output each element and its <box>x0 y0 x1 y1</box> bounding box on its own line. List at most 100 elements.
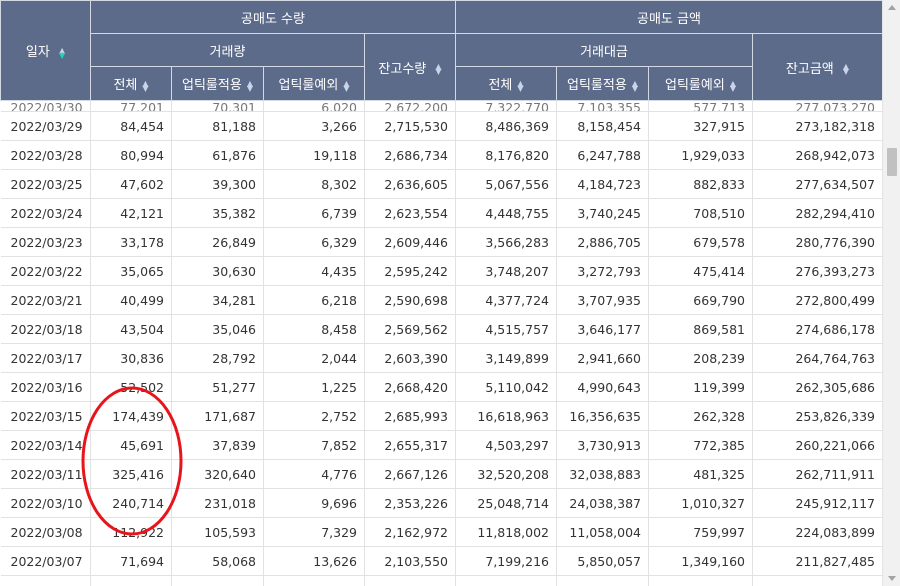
cell-v-ex: 4,435 <box>263 256 365 286</box>
cell-a-total: 32,520,208 <box>455 459 557 489</box>
cell-bal-qty: 2,623,554 <box>364 198 456 228</box>
table-row: 2022/03/30 77,201 70,301 6,020 2,672,200… <box>0 100 882 112</box>
cell-a-total: 5,067,556 <box>455 169 557 199</box>
cell-v-up: 39,300 <box>171 169 264 199</box>
cell-a-up: 24,038,387 <box>556 488 649 518</box>
table-row: 2022/03/28 80,994 61,876 19,118 2,686,734 8,1… <box>0 140 882 170</box>
cell-bal-qty: 2,636,605 <box>364 169 456 199</box>
col-label: 업틱룰예외 <box>665 78 725 93</box>
sort-icon[interactable]: ▲ ▼ <box>632 79 638 92</box>
cell-a-total: 8,176,820 <box>455 140 557 170</box>
vertical-scrollbar[interactable] <box>882 0 900 586</box>
sort-icon[interactable]: ▲ ▼ <box>59 46 65 59</box>
cell-a-ex: 1,349,160 <box>648 546 753 576</box>
sort-icon[interactable]: ▲ ▼ <box>730 79 736 92</box>
table-row: 2022/03/07 71,694 58,068 13,626 2,103,550 7,1… <box>0 546 882 576</box>
cell: 2,672,200 <box>364 100 456 112</box>
cell-v-up: 26,322 <box>171 575 264 586</box>
scroll-up-icon[interactable] <box>888 5 896 10</box>
cell-bal-amt: 245,912,117 <box>752 488 882 518</box>
col-date-label: 일자 <box>25 45 50 60</box>
col-amount-uptick-applied-header[interactable]: 업틱룰적용 ▲ ▼ <box>556 66 649 101</box>
cell-v-ex: 6,329 <box>263 227 365 257</box>
cell: 6,020 <box>263 100 365 112</box>
cell-bal-qty: 2,609,446 <box>364 227 456 257</box>
cell-v-total: 240,714 <box>90 488 172 518</box>
cell-a-ex: 119,399 <box>648 372 753 402</box>
sort-icon[interactable]: ▲ ▼ <box>843 63 849 76</box>
cell-bal-qty: 2,103,550 <box>364 546 456 576</box>
cell-date: 2022/03/23 <box>0 227 91 257</box>
sort-icon[interactable]: ▲ ▼ <box>142 79 148 92</box>
cell-bal-qty: 2,655,317 <box>364 430 456 460</box>
col-balance-qty-label: 잔고수량 <box>378 61 427 77</box>
col-volume-uptick-applied-header[interactable]: 업틱룰적용 ▲ ▼ <box>171 66 264 101</box>
table-row: 2022/03/22 35,065 30,630 4,435 2,595,242 3,74… <box>0 256 882 286</box>
sort-icon[interactable]: ▲ ▼ <box>343 79 349 92</box>
cell-a-total: 11,818,002 <box>455 517 557 547</box>
cell-a-total: 3,748,207 <box>455 256 557 286</box>
cell-v-up: 231,018 <box>171 488 264 518</box>
cell: 7,322,770 <box>455 100 557 112</box>
cell-v-ex: 9,696 <box>263 488 365 518</box>
cell-v-up: 171,687 <box>171 401 264 431</box>
cell-a-total: 4,448,755 <box>455 198 557 228</box>
cell-v-ex: 6,739 <box>263 198 365 228</box>
col-amount-total-header[interactable]: 전체 ▲ ▼ <box>455 66 557 101</box>
cell-date: 2022/03/11 <box>0 459 91 489</box>
table-row: 2022/03/25 47,602 39,300 8,302 2,636,605 5,06… <box>0 169 882 199</box>
cell-v-total: 43,504 <box>90 314 172 344</box>
cell-v-up: 28,792 <box>171 343 264 373</box>
table-row: 2022/03/0442,32526,32216,0032,126,4734,1… <box>0 575 882 586</box>
table-row: 2022/03/08 112,922 105,593 7,329 2,162,972 11… <box>0 517 882 547</box>
cell-v-ex: 6,218 <box>263 285 365 315</box>
cell-bal-amt: 260,221,066 <box>752 430 882 460</box>
table-header: 일자 ▲ ▼ 공매도 수량 공매도 금액 거래량 잔고수량 ▲ ▼ 거래대금 잔고금… <box>0 0 882 101</box>
col-balance-amount-header[interactable]: 잔고금액 ▲ ▼ <box>752 33 882 101</box>
cell-bal-qty: 2,603,390 <box>364 343 456 373</box>
col-volume-uptick-exception-header[interactable]: 업틱룰예외 ▲ ▼ <box>263 66 365 101</box>
short-selling-table-container: 일자 ▲ ▼ 공매도 수량 공매도 금액 거래량 잔고수량 ▲ ▼ 거래대금 잔고금… <box>0 0 882 586</box>
scrollbar-thumb[interactable] <box>887 148 897 176</box>
cell-bal-qty: 2,685,993 <box>364 401 456 431</box>
trade-volume-header: 거래량 <box>90 33 365 67</box>
cell-v-ex: 7,329 <box>263 517 365 547</box>
cell-bal-amt: 274,686,178 <box>752 314 882 344</box>
cell-v-up: 61,876 <box>171 140 264 170</box>
cell-v-up: 35,382 <box>171 198 264 228</box>
col-amount-uptick-exception-header[interactable]: 업틱룰예외 ▲ ▼ <box>648 66 753 101</box>
cell-v-ex: 16,003 <box>263 575 365 586</box>
col-label: 업틱룰적용 <box>567 78 627 93</box>
cell-a-up: 16,356,635 <box>556 401 649 431</box>
cell-v-up: 26,849 <box>171 227 264 257</box>
cell: 70,301 <box>171 100 264 112</box>
col-label: 업틱룰예외 <box>278 78 339 93</box>
cell-bal-amt: 273,182,318 <box>752 111 882 141</box>
table-row: 2022/03/10 240,714 231,018 9,696 2,353,226 25… <box>0 488 882 518</box>
table-row: 2022/03/14 45,691 37,839 7,852 2,655,317 4,50… <box>0 430 882 460</box>
cell-date: 2022/03/29 <box>0 111 91 141</box>
sort-icon[interactable]: ▲ ▼ <box>517 79 523 92</box>
col-volume-total-header[interactable]: 전체 ▲ ▼ <box>90 66 172 101</box>
cell-a-total: 7,199,216 <box>455 546 557 576</box>
table-row: 2022/03/17 30,836 28,792 2,044 2,603,390 3,14… <box>0 343 882 373</box>
col-balance-qty-header[interactable]: 잔고수량 ▲ ▼ <box>364 33 456 101</box>
cell-v-up: 51,277 <box>171 372 264 402</box>
cell-v-ex: 7,852 <box>263 430 365 460</box>
cell-date: 2022/03/25 <box>0 169 91 199</box>
sort-icon[interactable]: ▲ ▼ <box>435 63 441 76</box>
cell-bal-amt: 224,083,899 <box>752 517 882 547</box>
volume-group-header: 공매도 수량 <box>90 0 456 34</box>
table-row: 2022/03/18 43,504 35,046 8,458 2,569,562 4,51… <box>0 314 882 344</box>
cell-a-up: 3,646,177 <box>556 314 649 344</box>
cell-date: 2022/03/08 <box>0 517 91 547</box>
cell-bal-qty: 2,668,420 <box>364 372 456 402</box>
cell-a-ex: 481,325 <box>648 459 753 489</box>
cell-bal-qty: 2,353,226 <box>364 488 456 518</box>
scroll-down-icon[interactable] <box>888 576 896 581</box>
cell-v-total: 80,994 <box>90 140 172 170</box>
col-date-header[interactable]: 일자 ▲ ▼ <box>0 0 91 101</box>
cell: 77,201 <box>90 100 172 112</box>
sort-icon[interactable]: ▲ ▼ <box>247 79 253 92</box>
cell-v-up: 34,281 <box>171 285 264 315</box>
